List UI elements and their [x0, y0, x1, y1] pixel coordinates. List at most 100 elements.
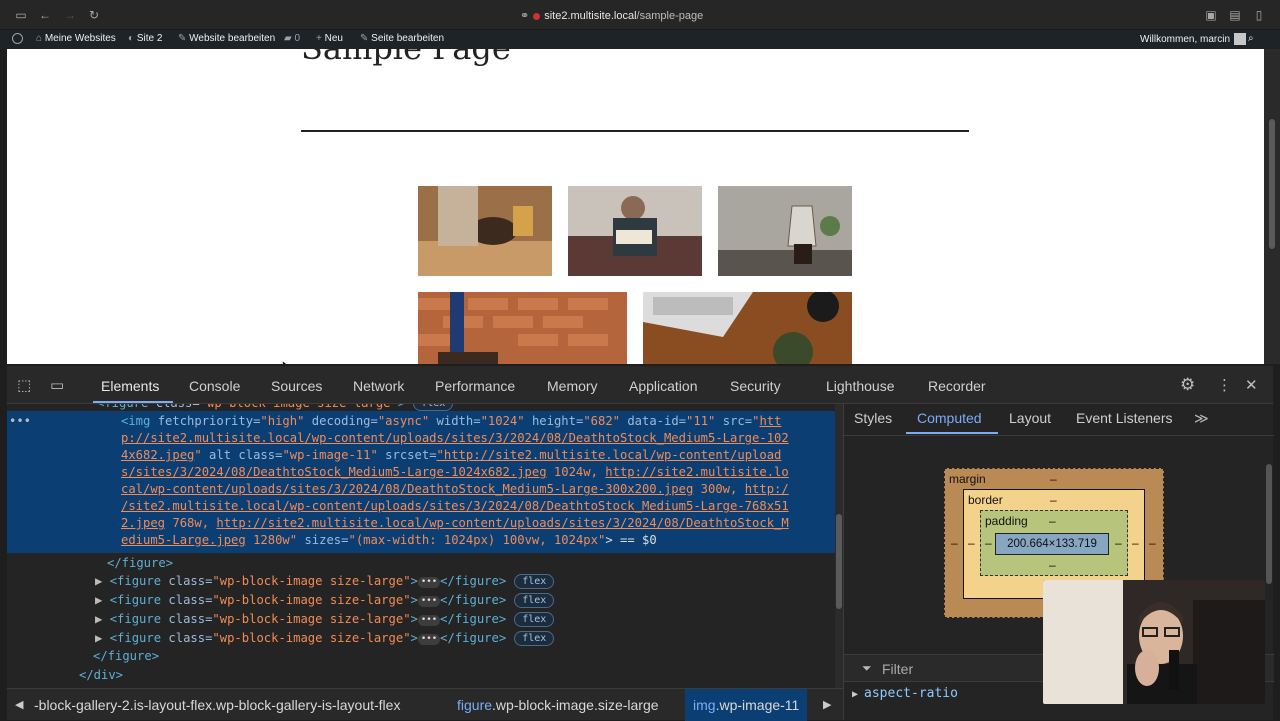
margin-left-value: – [951, 536, 958, 550]
page-viewport: Sample Page [7, 49, 1264, 364]
tab-event-listeners[interactable]: Event Listeners [1076, 410, 1173, 426]
computed-property-row[interactable]: ▶ aspect-ratio [852, 686, 958, 701]
padding-label: padding [985, 514, 1028, 528]
sidebar-scrollbar[interactable] [1266, 464, 1272, 584]
forward-icon[interactable]: → [63, 8, 77, 22]
flex-badge[interactable]: flex [514, 631, 555, 646]
gallery-image-bottle[interactable] [418, 292, 627, 364]
tab-performance[interactable]: Performance [435, 378, 515, 394]
separator [301, 130, 969, 132]
flex-badge[interactable]: flex [514, 612, 555, 627]
customize-menu[interactable]: ✎ Website bearbeiten [178, 33, 275, 44]
dom-line-figure-collapsed-3[interactable]: ▶ <figure class="wp-block-image size-lar… [95, 611, 555, 629]
collapsed-ellipsis-icon: ••• [417, 634, 441, 645]
border-left-value: – [968, 536, 975, 550]
reader-icon[interactable]: ▣ [1204, 8, 1218, 22]
new-content-menu[interactable]: + Neu [316, 33, 343, 44]
filter-input[interactable]: Filter [882, 661, 913, 677]
dom-line-div-close[interactable]: </div> [79, 667, 123, 685]
dom-line-figure-collapsed-2[interactable]: ▶ <figure class="wp-block-image size-lar… [95, 592, 555, 610]
address-bar[interactable]: ⚭ site2.multisite.local/sample-page [520, 9, 760, 22]
page-scrollbar[interactable] [1264, 49, 1280, 364]
dom-line-figure-open[interactable]: <figure class="wp-block-image size-large… [97, 404, 454, 413]
dom-line-img-4[interactable]: s/sites/3/2024/08/DeathtoStock_Medium5-L… [121, 464, 789, 482]
dom-line-figure-close[interactable]: </figure> [107, 555, 173, 573]
sidebar-toggle-icon[interactable]: ▭ [14, 8, 28, 22]
site-label: Site 2 [136, 33, 163, 44]
dom-line-img-7[interactable]: 2.jpeg 768w, http://site2.multisite.loca… [121, 515, 789, 533]
site-menu[interactable]: ◐ Site 2 [128, 33, 162, 44]
dom-line-img-2[interactable]: p://site2.multisite.local/wp-content/upl… [121, 430, 789, 448]
comments-menu[interactable]: ▰ 0 [284, 33, 300, 44]
house-icon: ⌂ [36, 33, 45, 44]
settings-gear-icon[interactable]: ⚙ [1180, 375, 1195, 395]
breadcrumb: ◀ -block-gallery-2.is-layout-flex.wp-blo… [7, 688, 843, 721]
account-menu[interactable]: Willkommen, marcin [1140, 33, 1247, 45]
tab-computed[interactable]: Computed [917, 410, 982, 426]
wordpress-logo-icon[interactable] [12, 33, 27, 45]
tab-elements[interactable]: Elements [101, 378, 159, 394]
extensions-icon[interactable]: ▤ [1228, 8, 1242, 22]
dom-line-img-3[interactable]: 4x682.jpeg" alt class="wp-image-11" srcs… [121, 447, 781, 465]
gallery-image-laptop[interactable] [643, 292, 852, 364]
reload-icon[interactable]: ↻ [87, 8, 101, 22]
tab-security[interactable]: Security [730, 378, 781, 394]
gallery-image-shoes[interactable] [418, 186, 552, 276]
dom-line-img-1[interactable]: <img fetchpriority="high" decoding="asyn… [121, 413, 781, 431]
tab-application[interactable]: Application [629, 378, 698, 394]
new-label: Neu [324, 33, 343, 44]
dom-line-figure-collapsed-4[interactable]: ▶ <figure class="wp-block-image size-lar… [95, 630, 555, 648]
dom-line-figure-collapsed-1[interactable]: ▶ <figure class="wp-block-image size-lar… [95, 573, 555, 591]
breadcrumb-img[interactable]: img.wp-image-11 [685, 689, 808, 721]
shoes-photo [418, 186, 552, 276]
tab-sources[interactable]: Sources [271, 378, 322, 394]
brush-icon: ✎ [178, 33, 190, 44]
dom-scrollbar[interactable] [835, 404, 843, 692]
tab-lighthouse[interactable]: Lighthouse [826, 378, 895, 394]
more-options-icon[interactable]: ⋮ [1217, 376, 1232, 394]
tab-recorder[interactable]: Recorder [928, 378, 986, 394]
gallery-image-reader[interactable] [568, 186, 702, 276]
flex-badge[interactable]: flex [514, 593, 555, 608]
edit-page-link[interactable]: ✎ Seite bearbeiten [360, 33, 444, 44]
comments-count: 0 [294, 33, 301, 44]
close-icon[interactable]: ✕ [1245, 376, 1258, 394]
tab-memory[interactable]: Memory [547, 378, 598, 394]
inspect-element-icon[interactable]: ⬚ [17, 376, 31, 394]
breadcrumb-left-arrow-icon[interactable]: ◀ [15, 698, 23, 711]
breadcrumb-figure[interactable]: figure.wp-block-image.size-large [457, 697, 659, 713]
tab-network[interactable]: Network [353, 378, 404, 394]
flex-badge[interactable]: flex [514, 574, 555, 589]
dom-line-img-5[interactable]: cal/wp-content/uploads/sites/3/2024/08/D… [121, 481, 789, 499]
dom-line-outer-figure-close[interactable]: </figure> [93, 648, 159, 666]
tab-layout[interactable]: Layout [1009, 410, 1051, 426]
box-model-padding[interactable]: padding – – – – 200.664×133.719 [980, 510, 1128, 576]
dom-line-img-6[interactable]: /site2.multisite.local/wp-content/upload… [121, 498, 789, 516]
selected-node-ellipsis-icon[interactable]: ••• [9, 413, 31, 431]
collapsed-ellipsis-icon: ••• [417, 615, 441, 626]
more-tabs-chevron-icon[interactable]: ≫ [1194, 410, 1209, 427]
laptop-photo [643, 292, 852, 364]
back-icon[interactable]: ← [38, 8, 52, 22]
device-toolbar-icon[interactable]: ▭ [50, 376, 64, 394]
dom-line-img-8[interactable]: edium5-Large.jpeg 1280w" sizes="(max-wid… [121, 532, 657, 550]
flex-badge[interactable]: flex [413, 404, 454, 411]
link-icon: ⚭ [520, 10, 530, 22]
tab-styles[interactable]: Styles [854, 410, 892, 426]
edit-page-label: Seite bearbeiten [371, 33, 445, 44]
padding-top-value: – [1049, 514, 1056, 528]
gallery-image-coffee-maker[interactable] [718, 186, 852, 276]
padding-left-value: – [985, 536, 992, 550]
elements-dom-tree[interactable]: <figure class="wp-block-image size-large… [7, 404, 835, 692]
breadcrumb-right-arrow-icon[interactable]: ▶ [823, 698, 831, 711]
tab-console[interactable]: Console [189, 378, 240, 394]
my-sites-label: Meine Websites [44, 33, 116, 44]
my-sites-menu[interactable]: ⌂ Meine Websites [36, 33, 116, 44]
tabs-overview-icon[interactable]: ▯ [1252, 8, 1266, 22]
url-path: /sample-page [636, 10, 704, 22]
wp-admin-bar: ⌂ Meine Websites ◐ Site 2 ✎ Website bear… [0, 30, 1280, 49]
box-model-content-size[interactable]: 200.664×133.719 [995, 533, 1109, 555]
bottle-photo [418, 292, 627, 364]
breadcrumb-gallery[interactable]: -block-gallery-2.is-layout-flex.wp-block… [34, 697, 400, 713]
search-icon[interactable]: ⌕ [1248, 33, 1254, 44]
